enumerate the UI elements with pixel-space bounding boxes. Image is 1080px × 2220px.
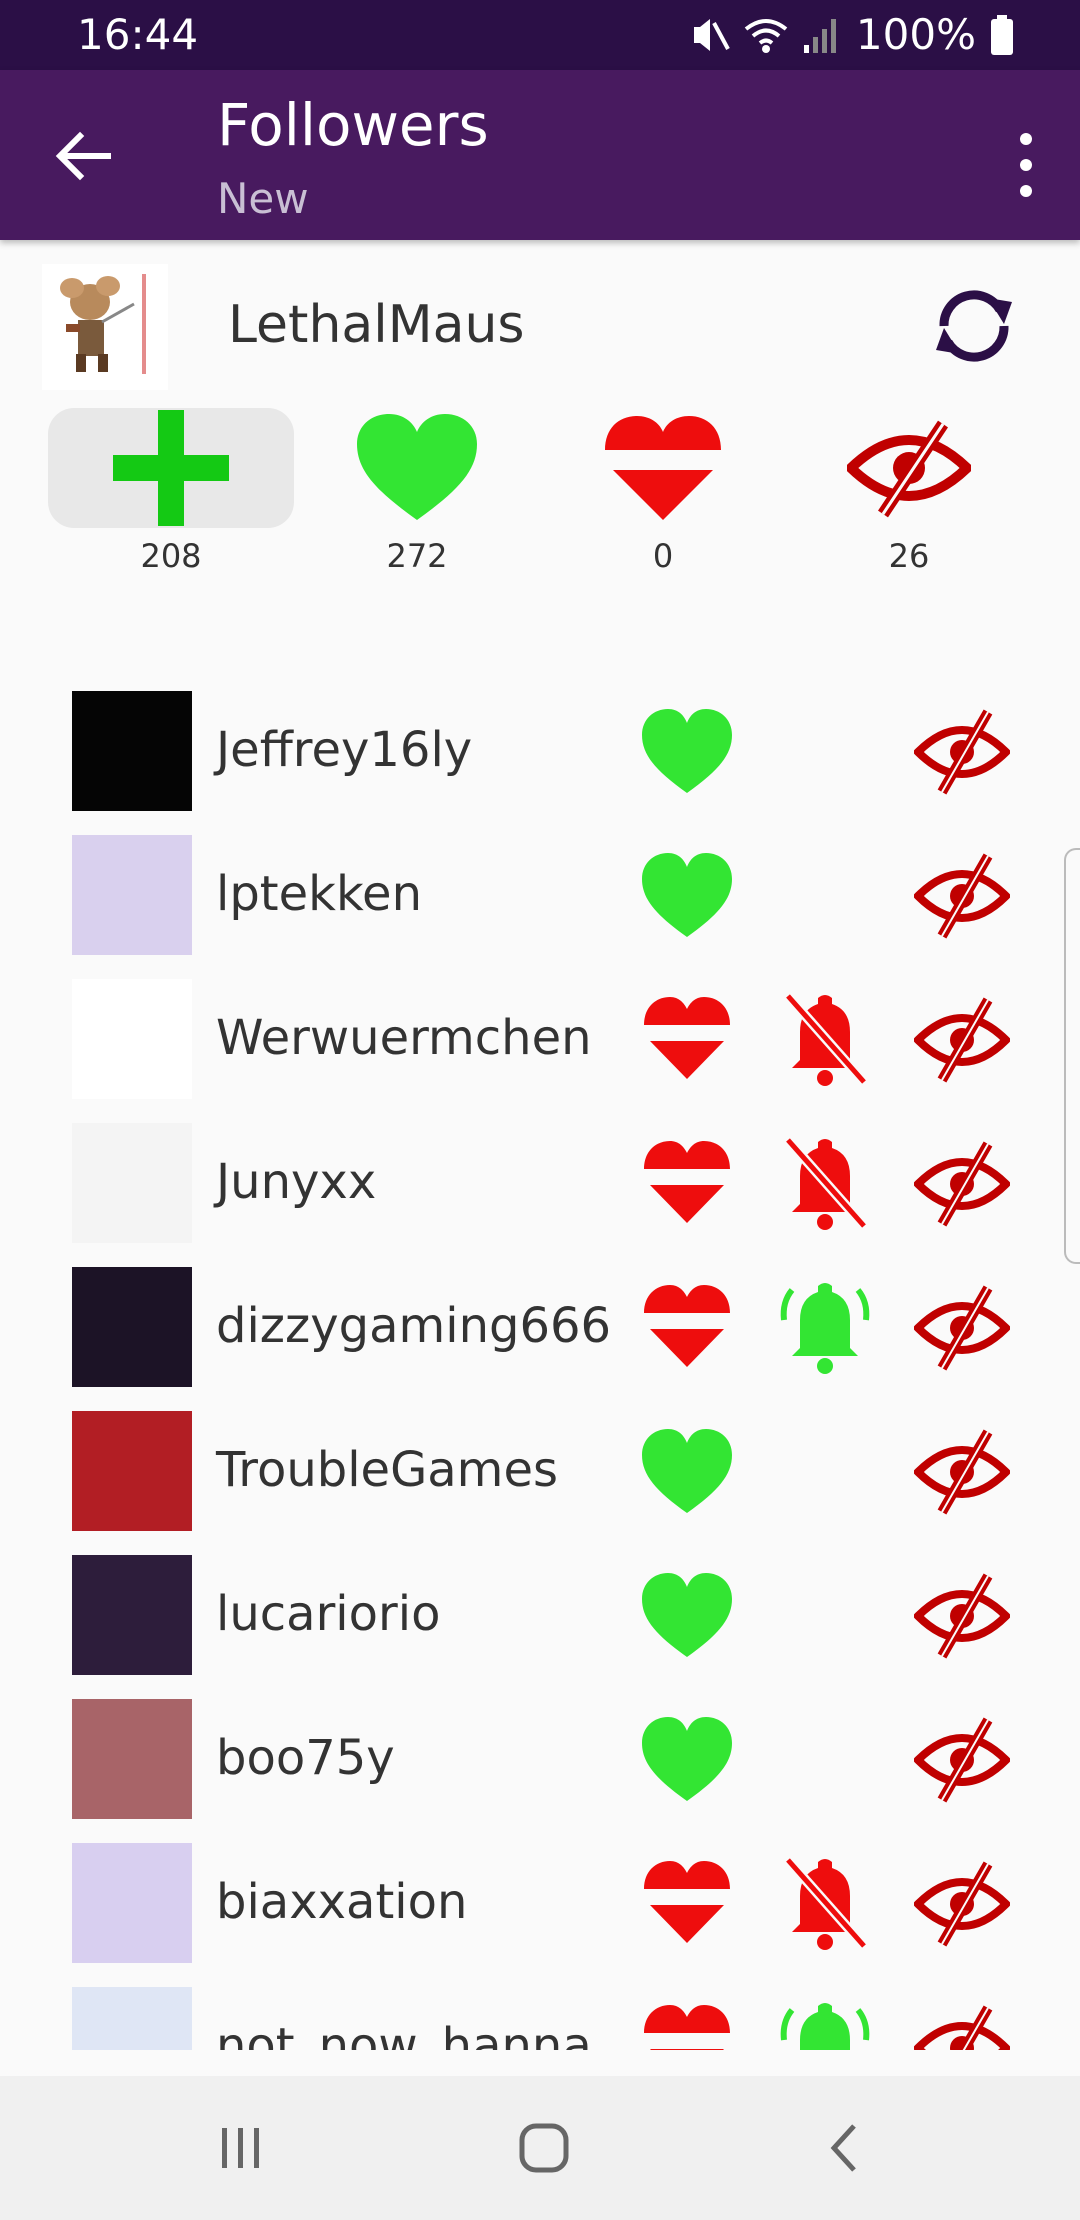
follower-avatar: [72, 1987, 192, 2050]
follower-name: Werwuermchen: [216, 1010, 592, 1066]
follow-heart-icon[interactable]: [640, 1571, 734, 1661]
follower-name: not_now_hanna: [216, 2018, 592, 2050]
app-bar: Followers New: [0, 70, 1080, 240]
recent-apps-icon[interactable]: [210, 2118, 270, 2178]
profile-name: LethalMaus: [228, 295, 525, 355]
follower-avatar: [72, 1555, 192, 1675]
exclude-eye-icon[interactable]: [914, 852, 1010, 940]
hidden-eye-icon: [847, 420, 971, 518]
stat-not-following[interactable]: 0: [540, 408, 786, 576]
status-bar: 16:44 100%: [0, 0, 1080, 70]
list-item[interactable]: Werwuermchen: [0, 968, 1080, 1112]
follower-name: lptekken: [216, 866, 422, 922]
broken-heart-icon: [605, 416, 721, 520]
follower-avatar: [72, 1843, 192, 1963]
stat-new-count: 208: [140, 537, 202, 575]
follower-name: boo75y: [216, 1730, 395, 1786]
follower-avatar: [72, 1123, 192, 1243]
refresh-icon[interactable]: [928, 280, 1020, 372]
notifications-off-icon[interactable]: [778, 990, 872, 1090]
exclude-eye-icon[interactable]: [914, 1860, 1010, 1948]
exclude-eye-icon[interactable]: [914, 1284, 1010, 1372]
stat-new[interactable]: 208: [48, 408, 294, 576]
follow-heart-icon[interactable]: [640, 851, 734, 941]
list-item[interactable]: Junyxx: [0, 1112, 1080, 1256]
profile-avatar: [42, 264, 168, 390]
unfollow-heart-icon[interactable]: [640, 1283, 734, 1373]
overflow-menu-icon[interactable]: [1002, 125, 1050, 205]
exclude-eye-icon[interactable]: [914, 1716, 1010, 1804]
back-nav-icon[interactable]: [816, 2118, 876, 2178]
signal-icon: [803, 19, 836, 53]
status-icons: 100%: [690, 10, 1014, 60]
stat-following-back[interactable]: 272: [294, 408, 540, 576]
follower-name: lucariorio: [216, 1586, 441, 1642]
notifications-on-icon[interactable]: [778, 1278, 872, 1378]
notifications-on-icon[interactable]: [778, 1998, 872, 2050]
follower-name: biaxxation: [216, 1874, 468, 1930]
follower-name: Jeffrey16ly: [216, 722, 473, 778]
status-time: 16:44: [77, 10, 199, 59]
follower-avatar: [72, 1267, 192, 1387]
back-arrow-icon[interactable]: [52, 124, 116, 188]
stat-excluded[interactable]: 26: [786, 408, 1032, 576]
stat-following-back-count: 272: [386, 537, 448, 575]
list-item[interactable]: lptekken: [0, 824, 1080, 968]
list-item[interactable]: Jeffrey16ly: [0, 680, 1080, 824]
exclude-eye-icon[interactable]: [914, 2004, 1010, 2050]
exclude-eye-icon[interactable]: [914, 1428, 1010, 1516]
followers-list[interactable]: Jeffrey16ly lptekken Werwuermchen Junyxx diz…: [0, 680, 1080, 2050]
list-item[interactable]: dizzygaming666: [0, 1256, 1080, 1400]
follow-heart-icon[interactable]: [640, 1427, 734, 1517]
follower-name: Junyxx: [216, 1154, 377, 1210]
unfollow-heart-icon[interactable]: [640, 2003, 734, 2050]
heart-icon: [357, 414, 477, 520]
follower-avatar: [72, 691, 192, 811]
stat-not-following-count: 0: [652, 537, 674, 575]
list-item[interactable]: boo75y: [0, 1688, 1080, 1832]
list-item[interactable]: biaxxation: [0, 1832, 1080, 1976]
unfollow-heart-icon[interactable]: [640, 995, 734, 1085]
list-item[interactable]: not_now_hanna: [0, 1976, 1080, 2050]
notifications-off-icon[interactable]: [778, 1854, 872, 1954]
exclude-eye-icon[interactable]: [914, 708, 1010, 796]
unfollow-heart-icon[interactable]: [640, 1139, 734, 1229]
exclude-eye-icon[interactable]: [914, 1140, 1010, 1228]
battery-icon: [991, 15, 1013, 55]
exclude-eye-icon[interactable]: [914, 1572, 1010, 1660]
follower-avatar: [72, 1699, 192, 1819]
list-item[interactable]: lucariorio: [0, 1544, 1080, 1688]
follower-name: TroubleGames: [216, 1442, 558, 1498]
follower-avatar: [72, 979, 192, 1099]
follow-heart-icon[interactable]: [640, 707, 734, 797]
follow-heart-icon[interactable]: [640, 1715, 734, 1805]
plus-icon: [113, 410, 229, 526]
stat-excluded-count: 26: [888, 537, 930, 575]
follower-avatar: [72, 835, 192, 955]
unfollow-heart-icon[interactable]: [640, 1859, 734, 1949]
page-subtitle: New: [217, 174, 309, 223]
page-title: Followers: [217, 91, 489, 159]
mute-icon: [693, 19, 730, 51]
list-item[interactable]: TroubleGames: [0, 1400, 1080, 1544]
navigation-bar: [0, 2076, 1080, 2220]
home-icon[interactable]: [514, 2118, 574, 2178]
follower-name: dizzygaming666: [216, 1298, 612, 1354]
exclude-eye-icon[interactable]: [914, 996, 1010, 1084]
follower-avatar: [72, 1411, 192, 1531]
wifi-icon: [744, 19, 788, 53]
notifications-off-icon[interactable]: [778, 1134, 872, 1234]
battery-percent: 100%: [855, 10, 976, 59]
scrollbar[interactable]: [1064, 848, 1080, 1264]
